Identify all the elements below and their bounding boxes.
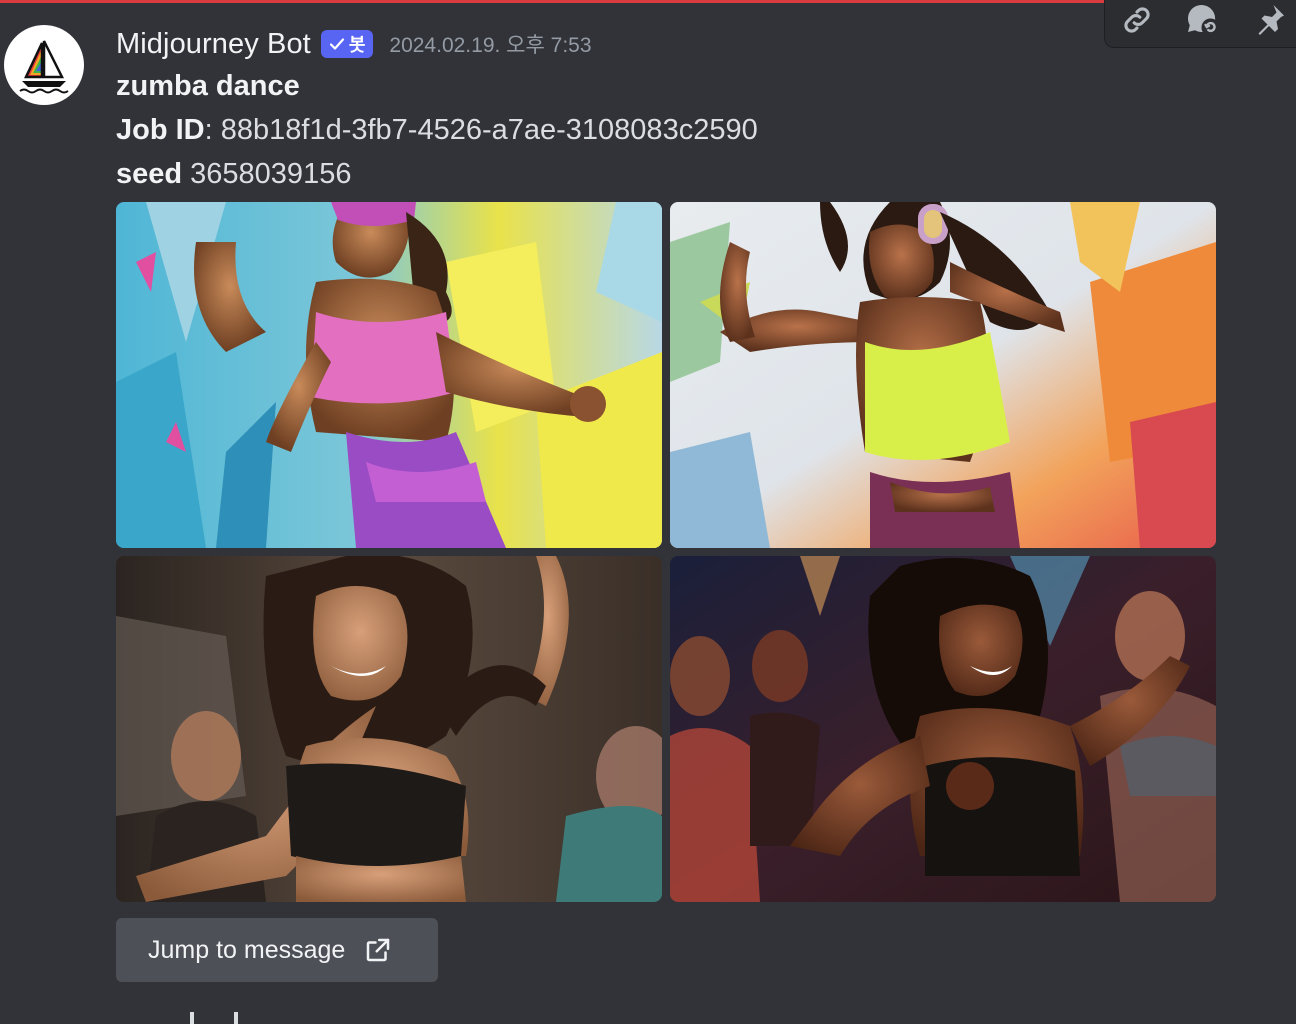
- image-grid: [116, 202, 1216, 902]
- next-message-cutoff: [116, 1004, 246, 1024]
- jump-to-message-label: Jump to message: [148, 935, 346, 964]
- prompt-text: zumba dance: [116, 70, 300, 103]
- job-id-value: : 88b18f1d-3fb7-4526-a7ae-3108083c2590: [204, 114, 758, 146]
- link-icon: [1124, 7, 1150, 33]
- seed-label: seed: [116, 158, 183, 190]
- bot-badge: 봇: [320, 30, 374, 58]
- image-tile-4[interactable]: [670, 556, 1216, 902]
- bot-badge-label: 봇: [348, 35, 366, 55]
- timestamp[interactable]: 2024.02.19. 오후 7:53: [389, 29, 591, 59]
- create-thread-button[interactable]: [1185, 2, 1221, 38]
- job-id-line: Job ID: 88b18f1d-3fb7-4526-a7ae-3108083c…: [116, 114, 758, 147]
- image-tile-1[interactable]: [116, 202, 662, 548]
- external-link-icon: [363, 935, 393, 965]
- author-name[interactable]: Midjourney Bot: [116, 28, 311, 61]
- cutoff-glyphs: [190, 1012, 238, 1024]
- job-id-label: Job ID: [116, 114, 205, 146]
- sailboat-logo-icon: [19, 40, 69, 94]
- painted-dancer-yellow-top-headphones-image: [670, 202, 1216, 548]
- new-message-divider: [0, 0, 1112, 3]
- message-hover-toolbar: [1104, 0, 1296, 48]
- image-tile-2[interactable]: [670, 202, 1216, 548]
- seed-line: seed 3658039156: [116, 158, 351, 191]
- message-header: Midjourney Bot 봇 2024.02.19. 오후 7:53: [116, 24, 592, 64]
- avatar[interactable]: [4, 25, 84, 105]
- image-tile-3[interactable]: [116, 556, 662, 902]
- thread-reply-icon: [1187, 4, 1220, 37]
- painted-dancer-pink-top-image: [116, 202, 662, 548]
- jump-to-message-button[interactable]: Jump to message: [116, 918, 438, 982]
- copy-link-button[interactable]: [1119, 2, 1155, 38]
- seed-value: 3658039156: [182, 158, 352, 190]
- pin-icon: [1258, 5, 1284, 35]
- photo-dancer-black-top-stage-lights-image: [670, 556, 1216, 902]
- checkmark-icon: [329, 38, 344, 50]
- pin-message-button[interactable]: [1251, 2, 1287, 38]
- prompt-value: zumba dance: [116, 70, 300, 102]
- photo-dancer-black-top-curly-hair-image: [116, 556, 662, 902]
